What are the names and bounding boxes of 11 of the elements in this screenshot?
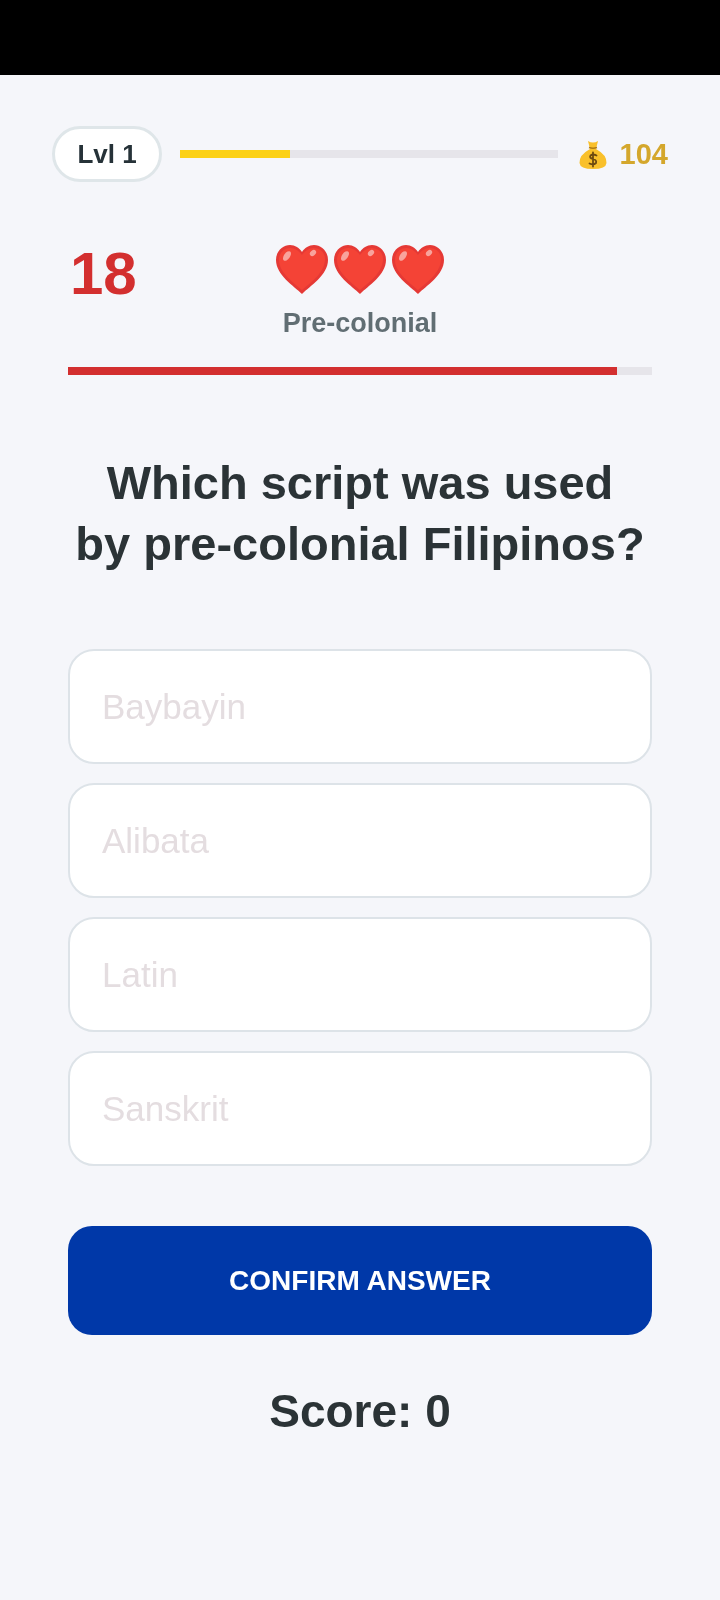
level-badge: Lvl 1	[52, 126, 162, 182]
countdown-timer: 18	[70, 244, 137, 304]
category-label: Pre-colonial	[282, 307, 438, 339]
money-bag-icon	[577, 138, 608, 170]
coin-count: 104	[619, 137, 668, 171]
question-text: Which script was used by pre-colonial Filipinos?	[74, 455, 646, 572]
heart-icon	[274, 244, 330, 296]
heart-icon	[332, 244, 388, 296]
confirm-answer-button[interactable]: CONFIRM ANSWER	[68, 1226, 652, 1335]
heart-icon	[390, 244, 446, 296]
score-text: Score: 0	[268, 1384, 452, 1438]
